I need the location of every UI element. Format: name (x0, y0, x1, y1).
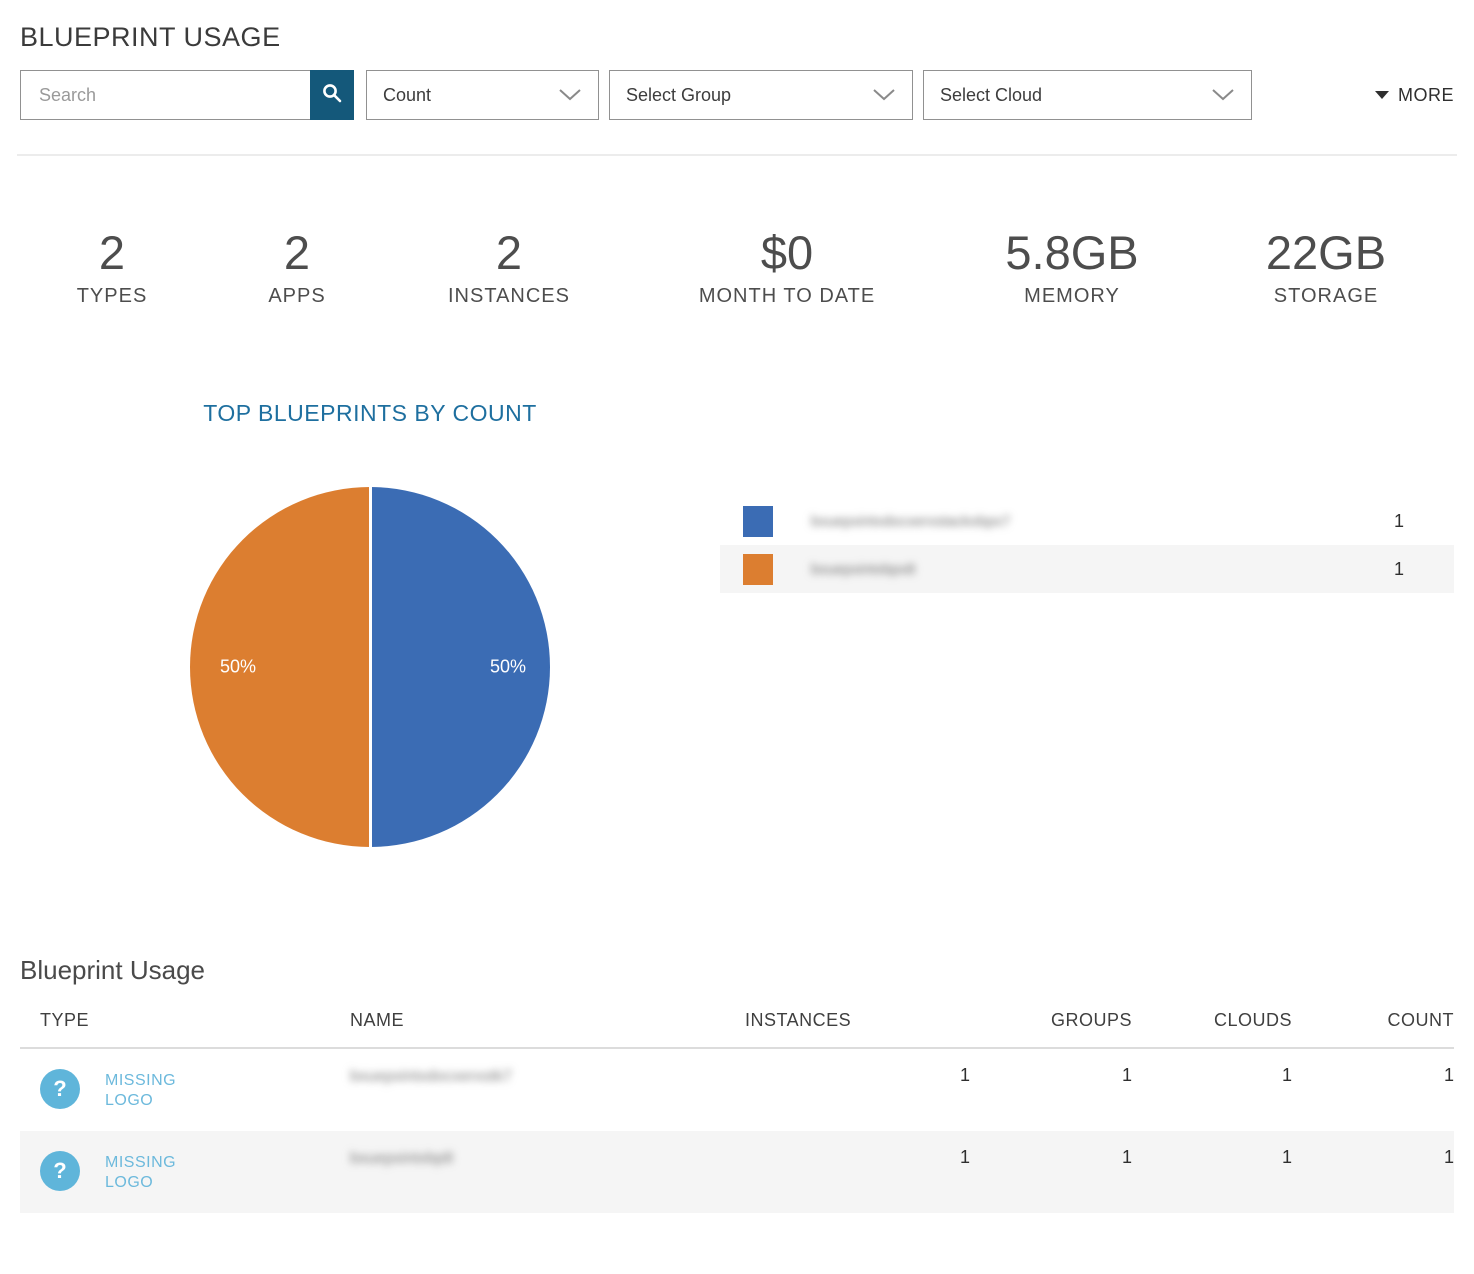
more-label: MORE (1398, 85, 1454, 106)
clouds-cell: 1 (1132, 1147, 1292, 1213)
type-cell: ? MISSING LOGO (20, 1069, 350, 1131)
stat-value: 2 (20, 229, 204, 276)
missing-logo-question-icon: ? (40, 1151, 80, 1191)
legend-swatch-orange (743, 554, 773, 585)
page-title: BLUEPRINT USAGE (20, 22, 1454, 53)
chart-title: TOP BLUEPRINTS BY COUNT (20, 400, 720, 427)
column-header-type[interactable]: TYPE (20, 1010, 350, 1031)
stat-label: INSTANCES (390, 285, 628, 308)
stat-apps: 2 APPS (204, 229, 390, 308)
more-button[interactable]: MORE (1375, 85, 1454, 106)
pie-chart-area: TOP BLUEPRINTS BY COUNT 50% 50% (20, 400, 720, 847)
missing-logo-label: MISSING LOGO (105, 1153, 195, 1193)
table-title: Blueprint Usage (20, 955, 1454, 986)
column-header-count[interactable]: COUNT (1292, 1010, 1454, 1031)
blueprint-name-blurred: bxuepxintxbp8 (350, 1150, 453, 1168)
stat-value: 22GB (1198, 229, 1454, 276)
sort-by-select[interactable]: Count (366, 70, 599, 120)
legend-item[interactable]: bxuepxintxbpx8 1 (720, 545, 1454, 593)
name-cell: bxuepxintxdocxerxstk7 (350, 1065, 740, 1131)
stat-value: 2 (204, 229, 390, 276)
pie-chart-wrap: 50% 50% (190, 487, 550, 847)
legend-name-blurred: bxuepxintxdocxerxstackxbpx7 (811, 513, 1010, 530)
column-header-groups[interactable]: GROUPS (970, 1010, 1132, 1031)
triangle-down-icon (1375, 91, 1389, 99)
chart-legend: bxuepxintxdocxerxstackxbpx7 1 bxuepxintx… (720, 497, 1454, 847)
groups-cell: 1 (970, 1065, 1132, 1131)
cloud-select[interactable]: Select Cloud (923, 70, 1252, 120)
cloud-select-value: Select Cloud (940, 85, 1042, 106)
stat-types: 2 TYPES (20, 229, 204, 308)
stats-strip: 2 TYPES 2 APPS 2 INSTANCES $0 MONTH TO D… (20, 229, 1454, 308)
stat-label: MEMORY (946, 285, 1198, 308)
legend-value: 1 (1394, 559, 1404, 580)
stat-value: $0 (628, 229, 946, 276)
blueprint-name-blurred: bxuepxintxdocxerxstk7 (350, 1068, 512, 1086)
chevron-down-icon (558, 85, 582, 106)
pie-slice-label-blue: 50% (490, 657, 526, 678)
section-divider (17, 154, 1457, 156)
groups-cell: 1 (970, 1147, 1132, 1213)
blueprint-usage-page: BLUEPRINT USAGE Count Select Group (0, 0, 1474, 1274)
clouds-cell: 1 (1132, 1065, 1292, 1131)
legend-item[interactable]: bxuepxintxdocxerxstackxbpx7 1 (720, 497, 1454, 545)
blueprint-usage-table: TYPE NAME INSTANCES GROUPS CLOUDS COUNT … (20, 1010, 1454, 1213)
name-cell: bxuepxintxbp8 (350, 1147, 740, 1213)
stat-month-to-date: $0 MONTH TO DATE (628, 229, 946, 308)
search-group (20, 70, 354, 120)
filter-bar: Count Select Group Select Cloud MORE (20, 70, 1454, 120)
pie-slice-label-orange: 50% (220, 657, 256, 678)
chevron-down-icon (1211, 85, 1235, 106)
pie-slice-divider (369, 487, 372, 847)
count-cell: 1 (1292, 1065, 1454, 1131)
column-header-instances[interactable]: INSTANCES (740, 1010, 970, 1031)
stat-label: TYPES (20, 285, 204, 308)
column-header-name[interactable]: NAME (350, 1010, 740, 1031)
legend-swatch-blue (743, 506, 773, 537)
missing-logo-question-icon: ? (40, 1069, 80, 1109)
search-button[interactable] (310, 70, 354, 120)
chevron-down-icon (872, 85, 896, 106)
stat-instances: 2 INSTANCES (390, 229, 628, 308)
table-row[interactable]: ? MISSING LOGO bxuepxintxdocxerxstk7 1 1… (20, 1049, 1454, 1131)
top-blueprints-chart-section: TOP BLUEPRINTS BY COUNT 50% 50% bxuepxin… (20, 400, 1454, 847)
instances-cell: 1 (740, 1147, 970, 1213)
search-input[interactable] (20, 70, 310, 120)
stat-value: 2 (390, 229, 628, 276)
stat-label: MONTH TO DATE (628, 285, 946, 308)
legend-value: 1 (1394, 511, 1404, 532)
magnifier-icon (321, 82, 343, 109)
table-header-row: TYPE NAME INSTANCES GROUPS CLOUDS COUNT (20, 1010, 1454, 1049)
type-cell: ? MISSING LOGO (20, 1151, 350, 1213)
stat-label: STORAGE (1198, 285, 1454, 308)
stat-memory: 5.8GB MEMORY (946, 229, 1198, 308)
sort-by-value: Count (383, 85, 431, 106)
column-header-clouds[interactable]: CLOUDS (1132, 1010, 1292, 1031)
stat-label: APPS (204, 285, 390, 308)
stat-value: 5.8GB (946, 229, 1198, 276)
blueprint-usage-table-section: Blueprint Usage TYPE NAME INSTANCES GROU… (20, 955, 1454, 1213)
instances-cell: 1 (740, 1065, 970, 1131)
missing-logo-label: MISSING LOGO (105, 1071, 195, 1111)
group-select[interactable]: Select Group (609, 70, 913, 120)
group-select-value: Select Group (626, 85, 731, 106)
count-cell: 1 (1292, 1147, 1454, 1213)
stat-storage: 22GB STORAGE (1198, 229, 1454, 308)
legend-name-blurred: bxuepxintxbpx8 (811, 561, 915, 578)
table-row[interactable]: ? MISSING LOGO bxuepxintxbp8 1 1 1 1 (20, 1131, 1454, 1213)
